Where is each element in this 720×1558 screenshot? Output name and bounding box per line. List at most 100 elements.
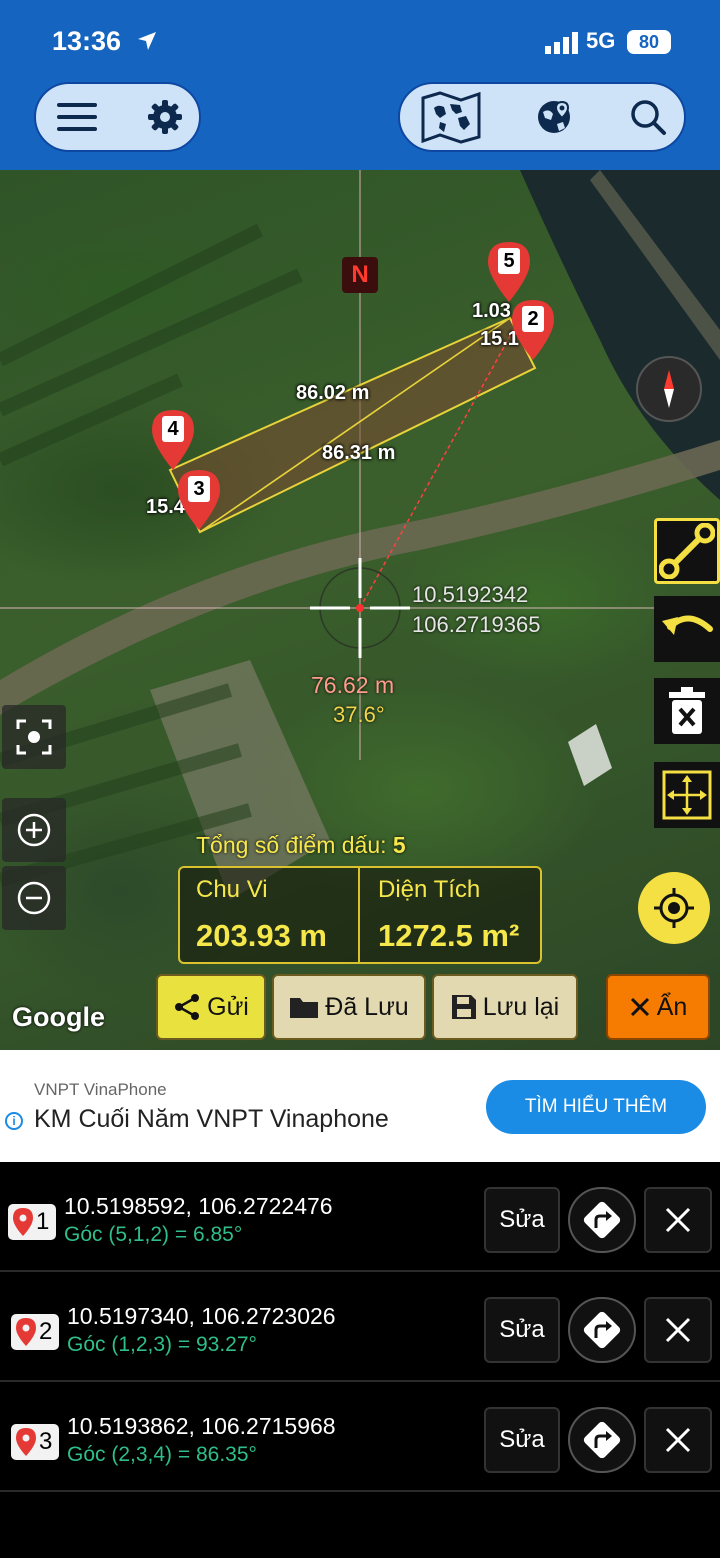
saved-label: Đã Lưu (325, 992, 409, 1021)
point-list: 1 10.5198592, 106.2722476 Góc (5,1,2) = … (0, 1162, 720, 1558)
save-label: Lưu lại (482, 992, 560, 1021)
point-badge: 1 (8, 1204, 56, 1240)
point-badge: 2 (11, 1314, 59, 1350)
close-icon (630, 997, 649, 1017)
network-type: 5G (586, 28, 616, 53)
delete-point-button[interactable] (644, 1187, 712, 1253)
status-bar: 13:36 5G 80 (0, 22, 720, 62)
navigate-button[interactable] (568, 1297, 636, 1363)
gear-icon[interactable] (140, 84, 190, 150)
point-coordinates: 10.5197340, 106.2723026 (67, 1303, 336, 1329)
ad-banner[interactable]: i VNPT VinaPhone KM Cuối Năm VNPT Vinaph… (0, 1050, 720, 1162)
zoom-in-button[interactable] (2, 798, 66, 862)
map-marker[interactable]: 4 (150, 408, 196, 472)
gps-icon (654, 888, 694, 928)
map-pin-icon (16, 1428, 36, 1456)
hide-label: Ẩn (656, 992, 688, 1021)
map-tools-group (398, 82, 686, 152)
save-button[interactable]: Lưu lại (432, 974, 578, 1040)
area-label: Diện Tích (378, 876, 481, 903)
menu-icon[interactable] (52, 84, 102, 150)
focus-button[interactable] (2, 705, 66, 769)
list-item: 2 10.5197340, 106.2723026 Góc (1,2,3) = … (0, 1272, 720, 1382)
perimeter-value: 203.93 m (196, 918, 327, 953)
clear-button[interactable] (654, 678, 720, 744)
delete-point-button[interactable] (644, 1407, 712, 1473)
measurement-summary: Chu Vi 203.93 m Diện Tích 1272.5 m² (178, 866, 542, 964)
close-icon (665, 1427, 691, 1453)
center-longitude: 106.2719365 (412, 612, 541, 637)
list-item: 1 10.5198592, 106.2722476 Góc (5,1,2) = … (0, 1162, 720, 1272)
top-app-bar: 13:36 5G 80 (0, 0, 720, 170)
map-view[interactable]: N 86.02 m 86.31 m 1.03 15.1 15.4 5 2 4 3… (0, 170, 720, 1050)
saved-button[interactable]: Đã Lưu (272, 974, 426, 1040)
compass-icon (664, 370, 674, 408)
location-arrow-icon (138, 32, 156, 50)
my-location-button[interactable] (638, 872, 710, 944)
measure-mode-button[interactable] (654, 518, 720, 584)
perimeter-label: Chu Vi (196, 876, 268, 903)
status-time: 13:36 (52, 26, 122, 56)
center-distance: 76.62 m (311, 672, 395, 698)
point-badge: 3 (11, 1424, 59, 1460)
delete-point-button[interactable] (644, 1297, 712, 1363)
edit-point-button[interactable]: Sửa (484, 1187, 560, 1253)
send-label: Gửi (207, 992, 249, 1021)
focus-icon (16, 719, 52, 755)
google-attribution: Google (12, 1002, 105, 1032)
minus-icon (17, 881, 51, 915)
list-item: 3 10.5193862, 106.2715968 Góc (2,3,4) = … (0, 1382, 720, 1492)
folder-icon (290, 998, 319, 1018)
trash-icon (669, 687, 705, 734)
area-cell: Diện Tích 1272.5 m² (362, 868, 540, 962)
line-measure-icon (659, 523, 715, 579)
edit-point-button[interactable]: Sửa (484, 1407, 560, 1473)
point-coordinates: 10.5198592, 106.2722476 (64, 1193, 333, 1219)
menu-settings-group (34, 82, 201, 152)
center-latitude: 10.5192342 (412, 582, 529, 607)
point-angle: Góc (2,3,4) = 86.35° (67, 1443, 257, 1466)
close-icon (665, 1207, 691, 1233)
directions-icon (583, 1421, 621, 1459)
search-icon[interactable] (620, 84, 676, 150)
share-icon (175, 994, 200, 1020)
zoom-out-button[interactable] (2, 866, 66, 930)
area-value: 1272.5 m² (378, 918, 520, 953)
compass-button[interactable] (636, 356, 702, 422)
ad-cta-button[interactable]: TÌM HIỂU THÊM (486, 1080, 706, 1134)
world-map-icon[interactable] (418, 84, 484, 150)
perimeter-cell: Chu Vi 203.93 m (180, 868, 360, 962)
undo-button[interactable] (654, 596, 720, 662)
point-count-label: Tổng số điểm dấu: (196, 832, 387, 858)
map-marker[interactable]: 5 (486, 240, 532, 304)
ad-info-icon[interactable]: i (5, 1112, 23, 1130)
point-coordinates: 10.5193862, 106.2715968 (67, 1413, 336, 1439)
signal-icon (545, 32, 578, 54)
hide-button[interactable]: Ẩn (606, 974, 710, 1040)
expand-icon (662, 770, 712, 820)
ad-advertiser: VNPT VinaPhone (34, 1080, 167, 1099)
point-index: 1 (36, 1208, 50, 1235)
undo-icon (662, 615, 713, 635)
battery-icon: 80 (627, 30, 671, 54)
segment-label-top: 86.02 m (296, 382, 370, 404)
map-marker[interactable]: 3 (176, 468, 222, 532)
map-pin-icon (13, 1208, 33, 1236)
point-index: 3 (39, 1428, 53, 1455)
map-marker[interactable]: 2 (510, 298, 556, 362)
point-angle: Góc (1,2,3) = 93.27° (67, 1333, 257, 1356)
point-count-value: 5 (392, 832, 406, 858)
segment-label-bottom: 86.31 m (322, 442, 396, 464)
close-icon (665, 1317, 691, 1343)
edit-point-button[interactable]: Sửa (484, 1297, 560, 1363)
globe-pin-icon[interactable] (526, 84, 582, 150)
center-bearing: 37.6° (333, 702, 385, 727)
send-button[interactable]: Gửi (156, 974, 266, 1040)
north-indicator: N (342, 257, 378, 293)
ad-title: KM Cuối Năm VNPT Vinaphone (34, 1105, 389, 1133)
fit-bounds-button[interactable] (654, 762, 720, 828)
navigate-button[interactable] (568, 1407, 636, 1473)
point-index: 2 (39, 1318, 53, 1345)
point-angle: Góc (5,1,2) = 6.85° (64, 1223, 243, 1246)
navigate-button[interactable] (568, 1187, 636, 1253)
